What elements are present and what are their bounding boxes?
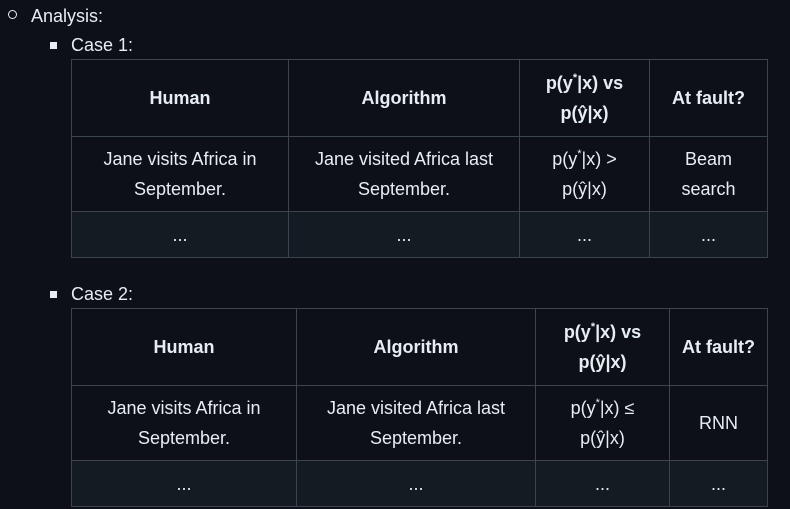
table-row-ellipsis: ... ... ... ...	[71, 211, 768, 258]
cell-ellipsis: ...	[535, 460, 670, 507]
header-human: Human	[71, 308, 297, 386]
cell-ellipsis: ...	[71, 211, 289, 258]
table-row-ellipsis: ... ... ... ...	[71, 460, 768, 507]
square-bullet-icon	[50, 42, 57, 49]
cell-comparison: p(y*|x) > p(ŷ|x)	[519, 136, 650, 212]
case-2-table: Human Algorithm p(y*|x) vs p(ŷ|x) At faul…	[71, 308, 768, 507]
header-human: Human	[71, 59, 289, 137]
case-2-label: Case 2:	[71, 284, 134, 304]
cell-ellipsis: ...	[519, 211, 650, 258]
case-1-table: Human Algorithm p(y*|x) vs p(ŷ|x) At faul…	[71, 59, 768, 258]
table-row: Jane visits Africa in September. Jane vi…	[71, 385, 768, 461]
table-row: Jane visits Africa in September. Jane vi…	[71, 136, 768, 212]
header-at-fault: At fault?	[649, 59, 768, 137]
hollow-circle-bullet-icon	[8, 10, 17, 19]
cell-ellipsis: ...	[288, 211, 520, 258]
cell-at-fault: Beam search	[649, 136, 768, 212]
cell-comparison: p(y*|x) ≤ p(ŷ|x)	[535, 385, 670, 461]
cell-at-fault: RNN	[669, 385, 768, 461]
cell-human: Jane visits Africa in September.	[71, 136, 289, 212]
cell-human: Jane visits Africa in September.	[71, 385, 297, 461]
cell-algorithm: Jane visited Africa last September.	[296, 385, 536, 461]
table-header-row: Human Algorithm p(y*|x) vs p(ŷ|x) At faul…	[71, 308, 768, 386]
cell-ellipsis: ...	[296, 460, 536, 507]
cell-ellipsis: ...	[71, 460, 297, 507]
header-comparison: p(y*|x) vs p(ŷ|x)	[535, 308, 670, 386]
header-algorithm: Algorithm	[288, 59, 520, 137]
cell-ellipsis: ...	[649, 211, 768, 258]
header-at-fault: At fault?	[669, 308, 768, 386]
header-comparison: p(y*|x) vs p(ŷ|x)	[519, 59, 650, 137]
table-header-row: Human Algorithm p(y*|x) vs p(ŷ|x) At faul…	[71, 59, 768, 137]
header-algorithm: Algorithm	[296, 308, 536, 386]
cell-ellipsis: ...	[669, 460, 768, 507]
cell-algorithm: Jane visited Africa last September.	[288, 136, 520, 212]
analysis-heading: Analysis:	[31, 6, 104, 26]
square-bullet-icon	[50, 291, 57, 298]
case-1-label: Case 1:	[71, 35, 134, 55]
